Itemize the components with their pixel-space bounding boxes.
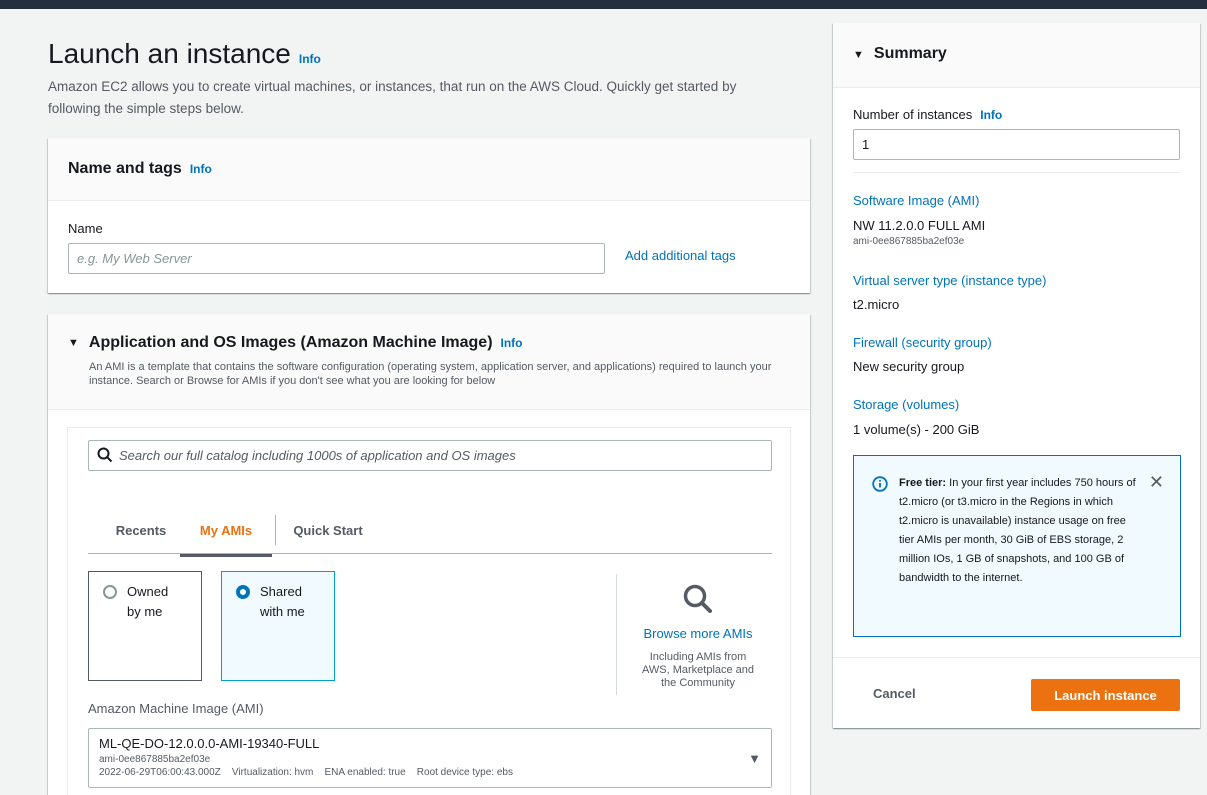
number-of-instances-input[interactable] [853,129,1180,160]
search-icon [97,447,113,466]
free-tier-text: Free tier: In your first year includes 7… [899,474,1139,588]
name-and-tags-heading: Name and tags [68,160,182,177]
ami-panel: ▼ Application and OS Images (Amazon Mach… [48,314,810,795]
summary-divider [853,172,1180,173]
caret-down-icon[interactable]: ▼ [853,49,864,61]
ami-field-label: Amazon Machine Image (AMI) [88,701,264,716]
number-of-instances-label: Number of instances Info [853,107,1002,122]
ami-select-name: ML-QE-DO-12.0.0.0-AMI-19340-FULL [99,736,320,751]
cancel-button[interactable]: Cancel [873,686,916,701]
ami-selector-container: Recents My AMIs Quick Start Owned by me … [67,427,791,795]
ami-select[interactable]: ML-QE-DO-12.0.0.0-AMI-19340-FULL ami-0ee… [88,728,772,788]
firewall-link[interactable]: Firewall (security group) [853,335,992,350]
tab-quick-start[interactable]: Quick Start [280,507,376,554]
close-icon[interactable]: ✕ [1149,472,1164,493]
free-tier-title: Free tier: [899,477,947,489]
ami-search-box[interactable] [88,440,772,471]
shared-with-me-label: Shared with me [260,582,305,622]
software-image-link[interactable]: Software Image (AMI) [853,193,979,208]
owned-line-2: by me [127,604,163,619]
browse-subtext-line: Including AMIs from [649,651,747,663]
ami-info-link[interactable]: Info [501,336,523,350]
owned-by-me-radio[interactable] [103,585,117,599]
browse-more-amis-link[interactable]: Browse more AMIs [628,626,768,641]
instance-type-link[interactable]: Virtual server type (instance type) [853,273,1046,288]
ami-search-input[interactable] [119,441,759,470]
summary-heading: Summary [873,45,947,62]
owned-by-me-label: Owned by me [127,582,168,622]
browse-divider [616,574,617,695]
page-description: Amazon EC2 allows you to create virtual … [48,79,737,116]
name-and-tags-header: Name and tags Info [48,138,810,201]
software-image-id: ami-0ee867885ba2ef03e [853,236,965,247]
page-title: Launch an instance Info [48,38,321,70]
page-info-link[interactable]: Info [299,52,321,66]
info-circle-icon [872,476,888,492]
instances-info-link[interactable]: Info [980,108,1002,122]
shared-line-1: Shared [260,584,302,599]
owned-line-1: Owned [127,584,169,599]
free-tier-body: In your first year includes 750 hours of… [899,477,1136,584]
shared-with-me-option[interactable]: Shared with me [221,571,335,681]
summary-header: ▼ Summary [833,23,1200,88]
tab-recents[interactable]: Recents [109,507,173,554]
ami-tabs: Recents My AMIs Quick Start [88,507,772,557]
name-field-label: Name [68,221,103,236]
name-and-tags-panel: Name and tags Info Name Add additional ta… [48,138,810,293]
add-additional-tags-link[interactable]: Add additional tags [625,248,736,263]
top-navigation-bar [0,0,1207,9]
instance-type-value: t2.micro [853,297,900,312]
owned-by-me-option[interactable]: Owned by me [88,571,202,681]
storage-value: 1 volume(s) - 200 GiB [853,422,980,437]
free-tier-alert: Free tier: In your first year includes 7… [853,455,1181,637]
summary-panel: ▼ Summary Number of instances Info Softwar… [833,23,1200,728]
name-input[interactable] [68,243,605,274]
ami-select-id: ami-0ee867885ba2ef03e [99,754,211,765]
browse-subtext-line: AWS, Marketplace and [641,664,755,676]
tab-my-amis[interactable]: My AMIs [180,507,272,557]
storage-link[interactable]: Storage (volumes) [853,397,959,412]
browse-subtext-line: the Community [661,677,735,689]
browse-more-amis-section: Browse more AMIs Including AMIs from AWS… [628,583,768,690]
shared-with-me-radio[interactable] [236,585,250,599]
caret-down-icon[interactable]: ▼ [748,751,761,766]
magnifier-icon [682,584,714,618]
ami-description: An AMI is a template that contains the s… [89,361,772,387]
shared-line-2: with me [260,604,305,619]
firewall-value: New security group [853,359,965,374]
caret-down-icon[interactable]: ▼ [68,337,79,349]
ami-heading: Application and OS Images (Amazon Machin… [88,334,493,351]
name-and-tags-info-link[interactable]: Info [190,162,212,176]
summary-footer-divider [833,657,1200,658]
ami-select-meta: 2022-06-29T06:00:43.000Z Virtualization:… [99,767,513,778]
launch-instance-button[interactable]: Launch instance [1031,679,1180,711]
software-image-value: NW 11.2.0.0 FULL AMI [853,218,986,233]
ami-panel-header: ▼ Application and OS Images (Amazon Mach… [48,314,810,410]
number-of-instances-label-text: Number of instances [853,107,973,122]
browse-more-amis-subtext: Including AMIs from AWS, Marketplace and… [628,651,768,690]
tab-separator [275,515,276,545]
page-title-text: Launch an instance [48,38,291,69]
